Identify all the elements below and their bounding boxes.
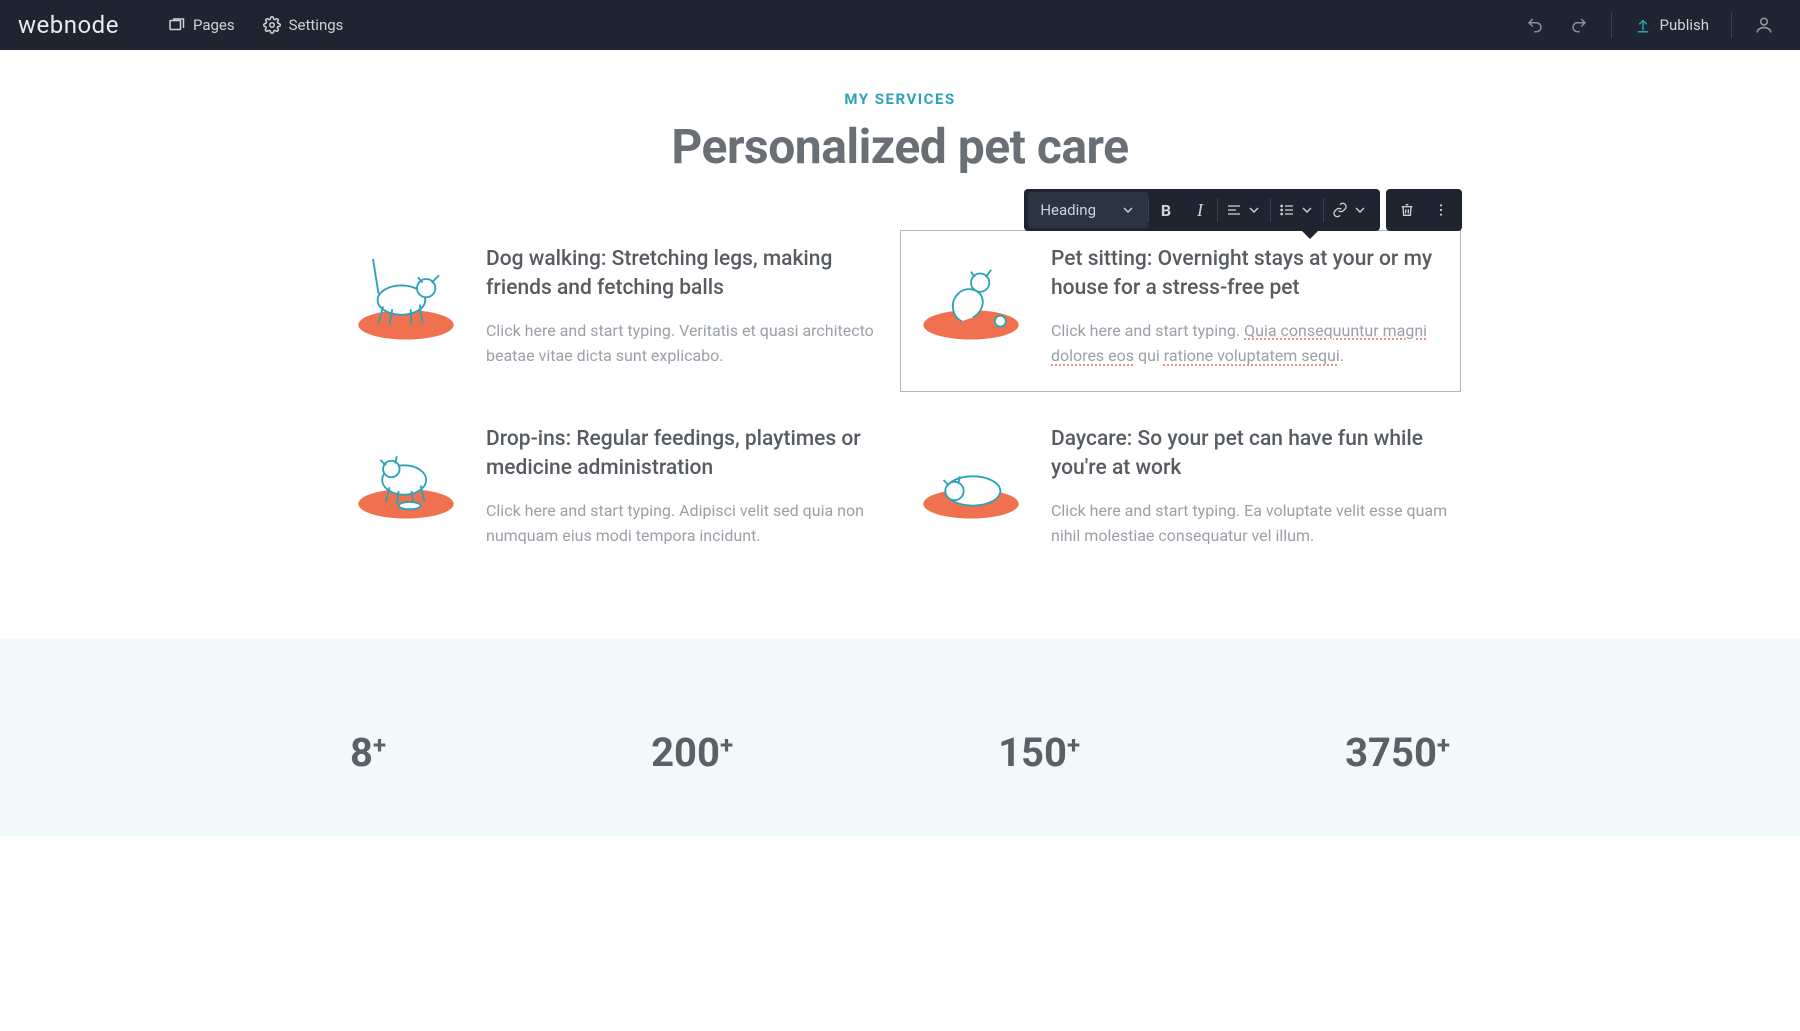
drop-ins-illustration	[350, 425, 462, 525]
link-icon	[1332, 202, 1348, 218]
gear-icon	[263, 16, 281, 34]
toolbar-pointer	[1302, 231, 1318, 239]
service-title[interactable]: Dog walking: Stretching legs, making fri…	[486, 245, 885, 304]
service-title[interactable]: Daycare: So your pet can have fun while …	[1051, 425, 1450, 484]
settings-button[interactable]: Settings	[263, 16, 344, 34]
list-dropdown[interactable]	[1271, 192, 1323, 228]
text-format-toolbar: Heading B I	[1024, 189, 1462, 231]
align-dropdown[interactable]	[1218, 192, 1270, 228]
pages-label: Pages	[193, 16, 235, 34]
daycare-illustration	[915, 425, 1027, 525]
service-title[interactable]: Pet sitting: Overnight stays at your or …	[1051, 245, 1450, 304]
chevron-down-icon	[1246, 202, 1262, 218]
list-icon	[1279, 202, 1295, 218]
service-body[interactable]: Click here and start typing. Veritatis e…	[486, 318, 885, 369]
user-icon	[1754, 15, 1774, 35]
redo-button[interactable]	[1561, 7, 1597, 43]
services-grid: Dog walking: Stretching legs, making fri…	[350, 245, 1450, 549]
editor-topbar: webnode Pages Settings Publish	[0, 0, 1800, 50]
undo-icon	[1526, 16, 1544, 34]
topbar-nav-left: Pages Settings	[167, 16, 343, 34]
separator	[1611, 12, 1612, 38]
publish-label: Publish	[1660, 16, 1709, 34]
service-title[interactable]: Drop-ins: Regular feedings, playtimes or…	[486, 425, 885, 484]
toolbar-group-main: Heading B I	[1024, 189, 1380, 231]
pet-sitting-illustration	[915, 245, 1027, 345]
publish-button[interactable]: Publish	[1626, 16, 1717, 34]
trash-icon	[1399, 202, 1415, 218]
separator	[1731, 12, 1732, 38]
stat-item[interactable]: 200+	[651, 729, 733, 776]
brand-logo: webnode	[18, 11, 119, 39]
service-body[interactable]: Click here and start typing. Ea voluptat…	[1051, 498, 1450, 549]
more-vertical-icon	[1433, 202, 1449, 218]
account-button[interactable]	[1746, 7, 1782, 43]
pages-icon	[167, 16, 185, 34]
service-card-dog-walking[interactable]: Dog walking: Stretching legs, making fri…	[350, 245, 885, 369]
undo-button[interactable]	[1517, 7, 1553, 43]
stat-item[interactable]: 3750+	[1345, 729, 1450, 776]
topbar-nav-right: Publish	[1517, 7, 1782, 43]
spellcheck-underline: ratione voluptatem sequi	[1164, 346, 1340, 365]
chevron-down-icon	[1299, 202, 1315, 218]
pages-button[interactable]: Pages	[167, 16, 235, 34]
service-card-drop-ins[interactable]: Drop-ins: Regular feedings, playtimes or…	[350, 425, 885, 549]
stat-item[interactable]: 150+	[998, 729, 1080, 776]
settings-label: Settings	[289, 16, 344, 34]
dog-walking-illustration	[350, 245, 462, 345]
service-body[interactable]: Click here and start typing. Quia conseq…	[1051, 318, 1450, 369]
redo-icon	[1570, 16, 1588, 34]
delete-button[interactable]	[1390, 192, 1424, 228]
align-left-icon	[1226, 202, 1242, 218]
toolbar-group-actions	[1386, 189, 1462, 231]
service-body[interactable]: Click here and start typing. Adipisci ve…	[486, 498, 885, 549]
text-style-dropdown[interactable]: Heading	[1028, 192, 1148, 228]
stat-item[interactable]: 8+	[350, 729, 386, 776]
page-canvas[interactable]: MY SERVICES Personalized pet care Dog wa…	[0, 50, 1800, 836]
text-style-label: Heading	[1040, 201, 1096, 219]
bold-button[interactable]: B	[1149, 192, 1183, 228]
service-card-pet-sitting[interactable]: Pet sitting: Overnight stays at your or …	[901, 231, 1460, 391]
section-eyebrow[interactable]: MY SERVICES	[0, 90, 1800, 108]
stats-section[interactable]: 8+ 200+ 150+ 3750+	[0, 639, 1800, 836]
italic-button[interactable]: I	[1183, 192, 1217, 228]
stats-row: 8+ 200+ 150+ 3750+	[350, 729, 1450, 776]
chevron-down-icon	[1120, 202, 1136, 218]
section-title[interactable]: Personalized pet care	[0, 118, 1800, 175]
service-card-daycare[interactable]: Daycare: So your pet can have fun while …	[915, 425, 1450, 549]
chevron-down-icon	[1352, 202, 1368, 218]
upload-icon	[1634, 16, 1652, 34]
more-button[interactable]	[1424, 192, 1458, 228]
link-button[interactable]	[1324, 192, 1376, 228]
